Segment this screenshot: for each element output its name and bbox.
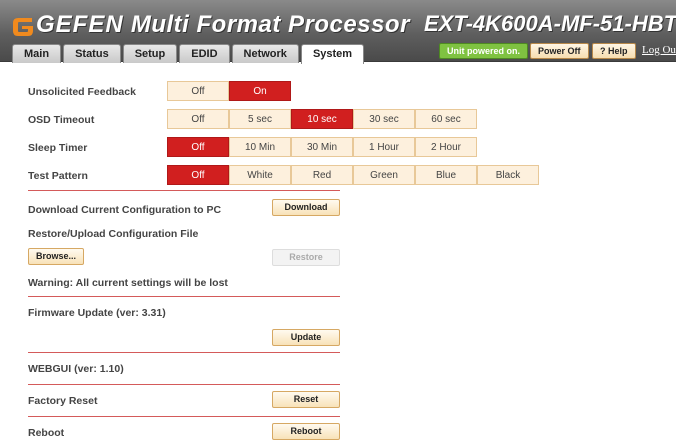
osd-timeout-label: OSD Timeout [28,114,95,126]
unsolicited-feedback-options: Off On [167,81,291,101]
restore-config-label: Restore/Upload Configuration File [28,228,199,240]
factory-reset-label: Factory Reset [28,395,98,407]
divider [28,384,340,385]
reset-button[interactable]: Reset [272,391,340,408]
unsolicited-feedback-on[interactable]: On [229,81,291,101]
sleep-timer-1hour[interactable]: 1 Hour [353,137,415,157]
firmware-update-label: Firmware Update (ver: 3.31) [28,307,166,319]
brand-title: GEFEN Multi Format Processor [36,11,410,39]
reboot-label: Reboot [28,427,65,439]
gefen-logo-icon [13,18,33,36]
header-bar: GEFEN Multi Format Processor EXT-4K600A-… [0,0,676,64]
osd-timeout-off[interactable]: Off [167,109,229,129]
unit-status-badge: Unit powered on. [439,43,528,59]
brand-name: GEFEN [36,11,124,38]
sleep-timer-2hour[interactable]: 2 Hour [415,137,477,157]
model-name: EXT-4K600A-MF-51-HBTLS [424,11,676,36]
config-warning: Warning: All current settings will be lo… [28,277,228,289]
sleep-timer-options: Off 10 Min 30 Min 1 Hour 2 Hour [167,137,477,157]
product-title: Multi Format Processor [130,11,410,38]
sleep-timer-30min[interactable]: 30 Min [291,137,353,157]
download-button[interactable]: Download [272,199,340,216]
tab-system[interactable]: System [300,44,365,64]
test-pattern-options: Off White Red Green Blue Black [167,165,539,185]
osd-timeout-options: Off 5 sec 10 sec 30 sec 60 sec [167,109,477,129]
tab-network[interactable]: Network [231,44,299,63]
unsolicited-feedback-label: Unsolicited Feedback [28,86,136,98]
logout-link[interactable]: Log Out [642,44,676,56]
divider [28,190,340,191]
divider [28,296,340,297]
sleep-timer-10min[interactable]: 10 Min [229,137,291,157]
restore-button[interactable]: Restore [272,249,340,266]
tab-edid[interactable]: EDID [179,44,230,63]
unsolicited-feedback-off[interactable]: Off [167,81,229,101]
download-config-label: Download Current Configuration to PC [28,204,222,216]
test-pattern-blue[interactable]: Blue [415,165,477,185]
osd-timeout-60sec[interactable]: 60 sec [415,109,477,129]
test-pattern-red[interactable]: Red [291,165,353,185]
test-pattern-black[interactable]: Black [477,165,539,185]
test-pattern-off[interactable]: Off [167,165,229,185]
power-off-button[interactable]: Power Off [530,43,589,59]
osd-timeout-30sec[interactable]: 30 sec [353,109,415,129]
sleep-timer-off[interactable]: Off [167,137,229,157]
update-button[interactable]: Update [272,329,340,346]
test-pattern-white[interactable]: White [229,165,291,185]
test-pattern-label: Test Pattern [28,170,88,182]
main-tabs: Main Status Setup EDID Network System [12,44,365,64]
test-pattern-green[interactable]: Green [353,165,415,185]
tab-status[interactable]: Status [63,44,121,63]
help-button[interactable]: ? Help [592,43,636,59]
reboot-button[interactable]: Reboot [272,423,340,440]
osd-timeout-10sec[interactable]: 10 sec [291,109,353,129]
divider [28,416,340,417]
browse-button[interactable]: Browse... [28,248,84,265]
webgui-version-label: WEBGUI (ver: 1.10) [28,363,124,375]
tab-setup[interactable]: Setup [122,44,178,63]
sleep-timer-label: Sleep Timer [28,142,88,154]
tab-main[interactable]: Main [12,44,62,63]
divider [28,352,340,353]
osd-timeout-5sec[interactable]: 5 sec [229,109,291,129]
